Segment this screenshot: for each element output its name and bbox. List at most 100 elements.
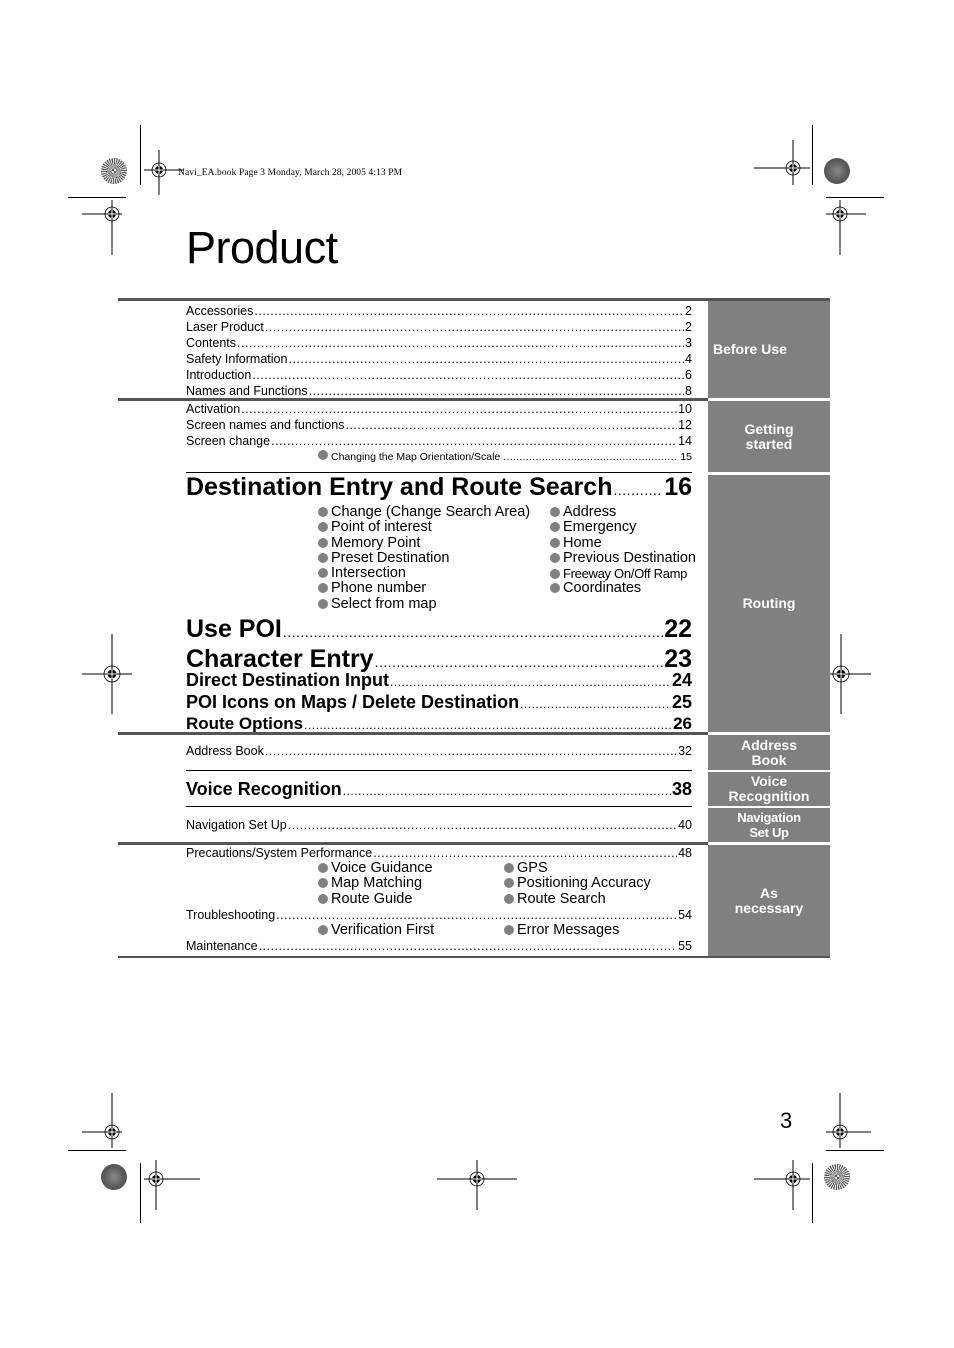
topic-item[interactable]: Point of interest [318,520,550,535]
topic-item[interactable]: Route Search [504,891,692,907]
toc-entry-page: 22 [664,615,692,644]
toc-entry[interactable]: Laser Product 2 [186,319,692,335]
crop-line [140,125,141,185]
toc-entry-label: Changing the Map Orientation/Scale [331,451,501,463]
topic-item[interactable]: Preset Destination [318,549,550,566]
toc-entry-character-entry[interactable]: Character Entry23 [186,645,692,673]
bullet-icon [318,583,328,594]
bullet-icon [550,537,560,548]
topic-item[interactable]: GPS [504,860,692,876]
topic-item[interactable]: Emergency [550,520,696,535]
color-bar-disc-icon [824,1164,850,1190]
toc-entry[interactable]: Introduction 6 [186,367,692,383]
side-tab-label: Getting started [744,420,794,452]
registration-mark-icon [754,140,810,185]
toc-entry-page: 54 [678,907,692,922]
toc-entry-page: 15 [680,451,692,463]
toc-entry-label: Contents [186,336,237,350]
topic-item[interactable]: Error Messages [504,922,692,938]
leader-dots [288,817,677,833]
toc-entry[interactable]: Voice Recognition 38 [186,778,692,800]
color-bar-disc-icon [824,158,850,184]
topic-item[interactable]: Select from map [318,596,550,612]
crop-line [812,125,813,185]
toc-entry-page: 48 [678,846,692,860]
topic-label: Emergency [563,519,637,536]
side-tab-navigation-setup[interactable]: Navigation Set Up [708,806,830,842]
topic-item[interactable]: Map Matching [318,876,504,891]
registration-mark-icon [82,200,122,255]
topic-item[interactable]: Freeway On/Off Ramp [550,566,696,581]
toc-entry[interactable]: Maintenance 55 [186,938,692,954]
registration-mark-icon [826,1093,871,1148]
leader-dots [265,743,677,759]
crop-line [826,1150,884,1151]
topic-label: Address [563,504,617,520]
toc-entry-label: Screen change [186,434,271,448]
topic-item[interactable]: Previous Destination [550,550,696,566]
toc-entry-poi-icons[interactable]: POI Icons on Maps / Delete Destination 25 [186,691,692,713]
side-tab-voice-recognition[interactable]: Voice Recognition [708,770,830,806]
topic-item[interactable]: Verification First [318,922,504,938]
bullet-icon [504,878,514,889]
toc-entry-page: 25 [671,692,692,713]
topic-item[interactable]: Route Guide [318,891,504,907]
toc-entry[interactable]: Troubleshooting 54 [186,907,692,923]
toc-entry-label: Destination Entry and Route Search [186,473,613,501]
toc-entry[interactable]: Safety Information 4 [186,351,692,367]
toc-entry[interactable]: Activation 10 [186,401,692,417]
side-tab-getting-started[interactable]: Getting started [708,398,830,472]
section-voice-recognition: Voice Recognition Voice Recognition 38 [118,770,830,806]
precautions-topics: Voice Guidance GPS Map Matching Position… [318,860,692,907]
toc-entry[interactable]: Names and Functions 8 [186,383,692,399]
bullet-icon [318,537,328,548]
crop-line [826,197,884,198]
side-tab-as-necessary[interactable]: As necessary [708,842,830,956]
side-tab-routing[interactable]: Routing [708,472,830,732]
side-tab-label: Voice Recognition [728,773,810,804]
toc-entry-page: 4 [685,352,692,366]
toc-entry[interactable]: Screen change 14 [186,433,692,449]
toc-entry-destination[interactable]: Destination Entry and Route Search 16 [186,472,692,502]
topic-item[interactable]: Phone number [318,581,550,596]
toc-entry-label: Activation [186,402,241,416]
toc-entry-label: Safety Information [186,352,288,366]
toc-entry[interactable]: Contents 3 [186,335,692,351]
bullet-icon [318,568,328,579]
topic-label: Preset Destination [331,549,450,566]
troubleshooting-topics: Verification First Error Messages [318,922,692,938]
toc-entry-use-poi[interactable]: Use POI 22 [186,614,692,644]
toc-entry[interactable]: Accessories 2 [186,303,692,319]
topic-item[interactable]: Memory Point [318,535,550,551]
topic-label: Map Matching [331,875,423,892]
topic-item[interactable]: Voice Guidance [318,860,504,876]
bullet-icon [550,569,560,580]
leader-dots [390,669,671,693]
toc-entry-label: Use POI [186,615,282,644]
destination-topics: Change (Change Search Area) Address Poin… [318,504,696,612]
leader-dots [613,472,663,505]
topic-item[interactable]: Home [550,535,696,551]
toc-entry[interactable]: Precautions/System Performance 48 [186,845,692,861]
toc-sub-entry[interactable]: Changing the Map Orientation/Scale 15 [318,449,692,465]
bullet-icon [318,893,328,904]
side-tab-label: Routing [742,595,796,611]
section-routing: Routing Destination Entry and Route Sear… [118,472,830,733]
topic-item[interactable]: Intersection [318,566,550,581]
bullet-icon [550,583,560,594]
topic-item[interactable]: Address [550,504,696,520]
toc-entry[interactable]: Navigation Set Up 40 [186,817,692,833]
topic-item[interactable]: Coordinates [550,581,696,596]
toc-entry[interactable]: Screen names and functions 12 [186,417,692,433]
toc-entry-direct-destination[interactable]: Direct Destination Input 24 [186,669,692,691]
toc-entry-label: Laser Product [186,320,264,334]
topic-item[interactable]: Change (Change Search Area) [318,504,550,520]
topic-item[interactable]: Positioning Accuracy [504,876,692,891]
leader-dots [241,401,677,417]
registration-mark-icon [437,1160,517,1210]
side-tab-address-book[interactable]: Address Book [708,732,830,770]
toc-entry[interactable]: Address Book 32 [186,743,692,759]
bullet-icon [550,552,560,563]
side-tab-before-use[interactable]: Before Use [708,301,830,398]
toc-entry-label: POI Icons on Maps / Delete Destination [186,692,520,713]
